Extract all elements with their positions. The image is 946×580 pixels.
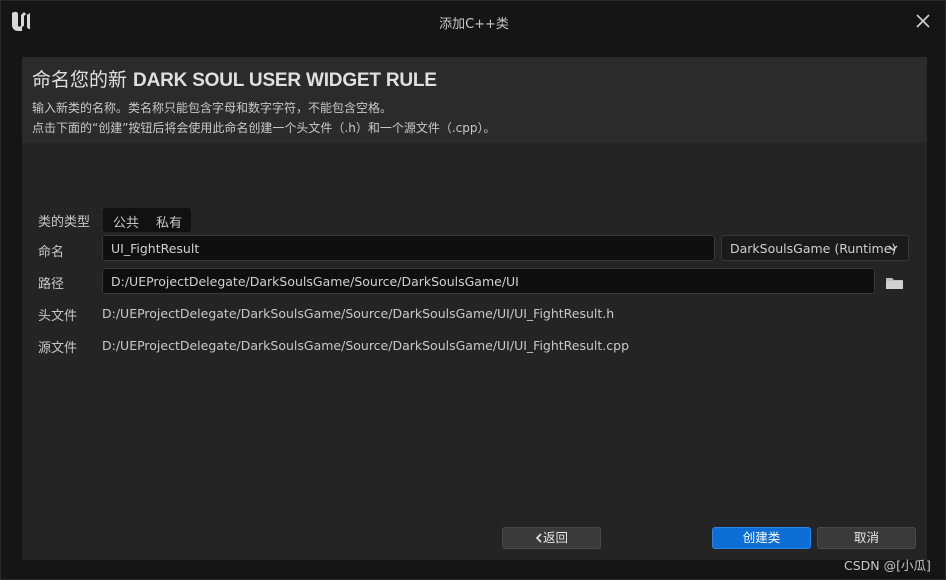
source-file-path: D:/UEProjectDelegate/DarkSoulsGame/Sourc… bbox=[102, 338, 630, 353]
module-selected-value: DarkSoulsGame (Runtime) bbox=[730, 241, 897, 256]
path-label: 路径 bbox=[38, 277, 65, 292]
header-file-path: D:/UEProjectDelegate/DarkSoulsGame/Sourc… bbox=[102, 306, 615, 321]
page-title: 命名您的新 DARK SOUL USER WIDGET RULE bbox=[32, 65, 437, 92]
class-type-toggle[interactable]: 公共 私有 bbox=[103, 208, 191, 232]
title-bar[interactable]: 添加C++类 bbox=[1, 1, 946, 41]
back-button[interactable]: 返回 bbox=[502, 527, 601, 549]
main-panel: 命名您的新 DARK SOUL USER WIDGET RULE 输入新类的名称… bbox=[22, 57, 927, 560]
name-label: 命名 bbox=[38, 245, 65, 260]
header-section: 命名您的新 DARK SOUL USER WIDGET RULE 输入新类的名称… bbox=[22, 57, 927, 143]
heading-prefix: 命名您的新 bbox=[32, 69, 134, 91]
cancel-button[interactable]: 取消 bbox=[817, 527, 916, 549]
description-line-2: 点击下面的“创建”按钮后将会使用此命名创建一个头文件（.h）和一个源文件（.cp… bbox=[32, 121, 496, 135]
add-cpp-class-dialog: 添加C++类 命名您的新 DARK SOUL USER WIDGET RULE … bbox=[0, 0, 946, 580]
class-type-label: 类的类型 bbox=[38, 215, 91, 230]
class-name-input[interactable]: UI_FightResult bbox=[102, 235, 715, 261]
source-file-label: 源文件 bbox=[38, 341, 78, 356]
back-button-label: 返回 bbox=[542, 530, 568, 545]
module-dropdown[interactable]: DarkSoulsGame (Runtime) bbox=[721, 235, 909, 261]
description-line-1: 输入新类的名称。类名称只能包含字母和数字字符，不能包含空格。 bbox=[32, 101, 393, 115]
class-type-private-option[interactable]: 私有 bbox=[156, 212, 182, 231]
class-type-public-option[interactable]: 公共 bbox=[113, 212, 139, 231]
class-name-heading: DARK SOUL USER WIDGET RULE bbox=[133, 70, 437, 91]
path-input[interactable]: D:/UEProjectDelegate/DarkSoulsGame/Sourc… bbox=[102, 268, 875, 294]
header-file-label: 头文件 bbox=[38, 309, 78, 324]
folder-icon[interactable] bbox=[886, 276, 904, 290]
watermark: CSDN @[小瓜] bbox=[844, 558, 931, 573]
window-title: 添加C++类 bbox=[439, 17, 509, 32]
create-class-button[interactable]: 创建类 bbox=[712, 527, 811, 549]
chevron-down-icon bbox=[888, 245, 898, 251]
chevron-left-icon bbox=[535, 533, 542, 543]
close-icon[interactable] bbox=[914, 12, 932, 30]
